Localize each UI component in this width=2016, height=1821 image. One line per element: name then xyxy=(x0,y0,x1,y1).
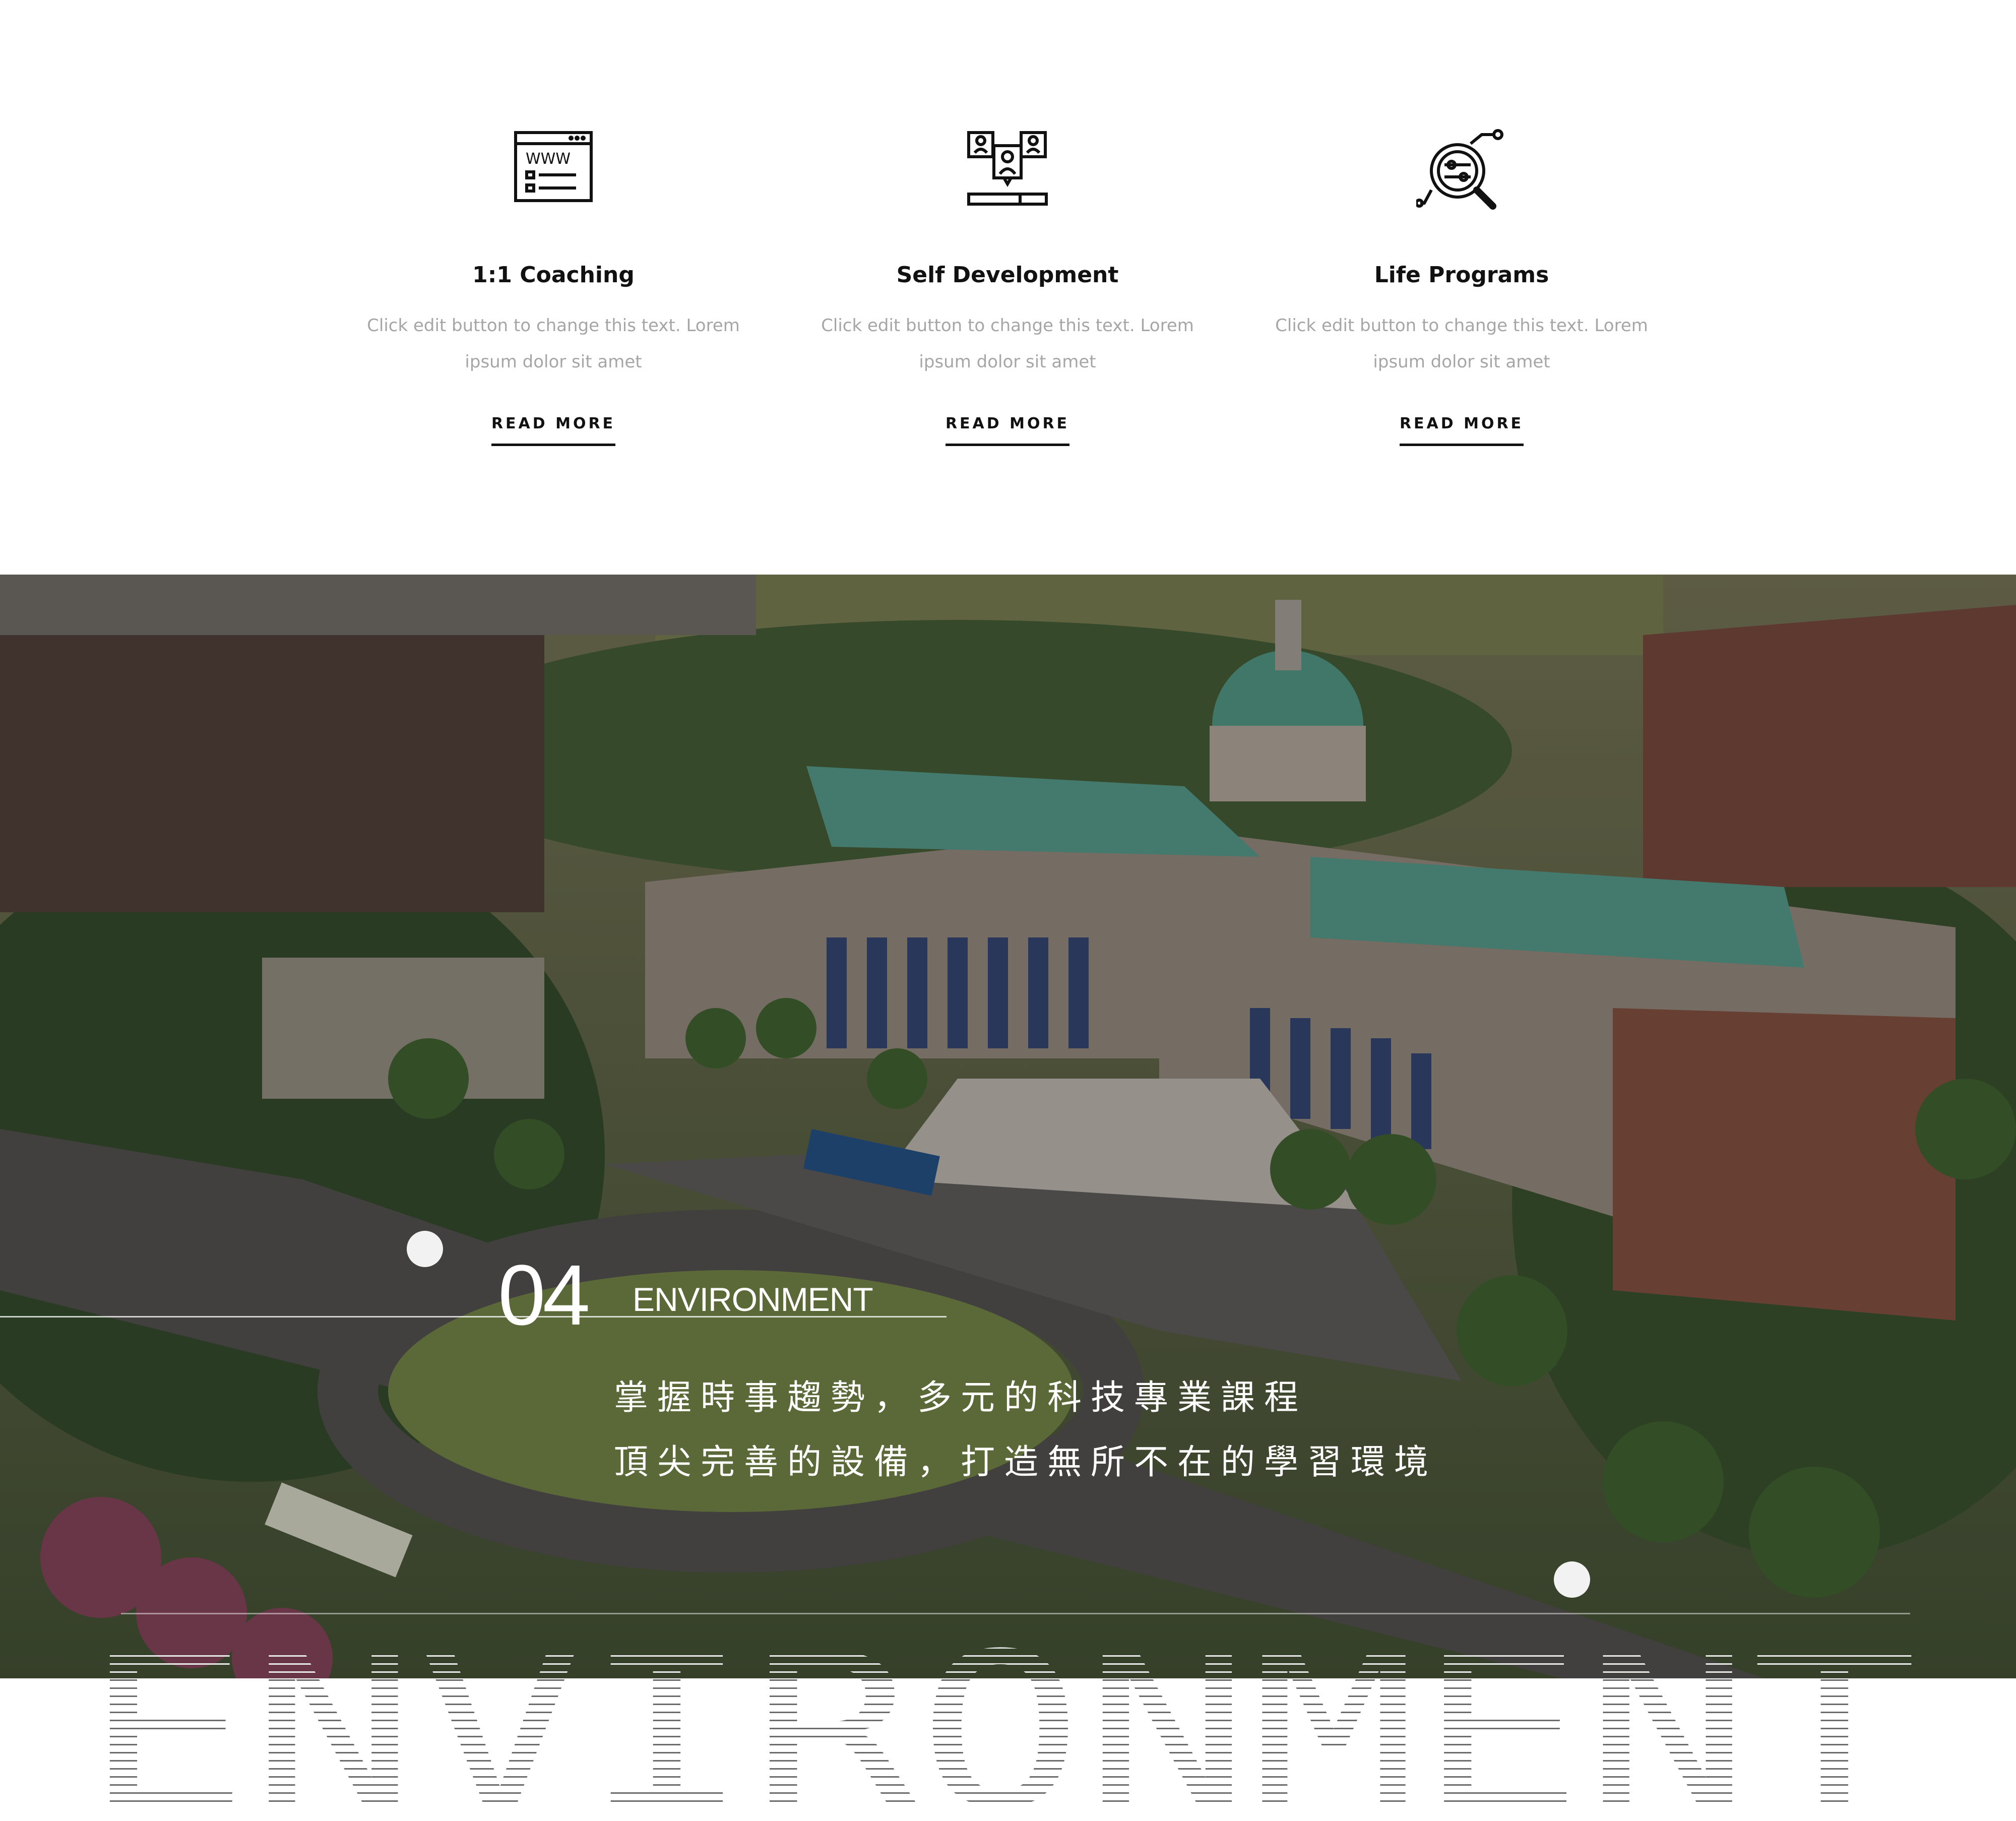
bigword-background xyxy=(0,1678,2016,1821)
feature-description: Click edit button to change this text. L… xyxy=(821,316,1194,372)
search-analysis-icon xyxy=(1265,129,1658,229)
read-more-link[interactable]: READ MORE xyxy=(945,415,1070,446)
people-presentation-icon xyxy=(811,129,1204,229)
section-number: 04 xyxy=(498,1247,590,1343)
tagline-line-2: 頂尖完善的設備，打造無所不在的學習環境 xyxy=(614,1442,1438,1482)
feature-description: Click edit button to change this text. L… xyxy=(367,316,740,372)
divider-line xyxy=(121,1613,1910,1614)
read-more-link[interactable]: READ MORE xyxy=(1399,415,1524,446)
section-label: ENVIRONMENT xyxy=(633,1281,873,1318)
decorative-dot xyxy=(1554,1561,1590,1598)
features-section: WWW 1:1 Coaching Click edit button to ch… xyxy=(0,0,2016,575)
feature-description: Click edit button to change this text. L… xyxy=(1275,316,1648,372)
svg-text:WWW: WWW xyxy=(526,150,571,168)
environment-hero: 04 ENVIRONMENT 掌握時事趨勢，多元的科技專業課程 頂尖完善的設備，… xyxy=(0,575,2016,1678)
feature-title: Self Development xyxy=(896,262,1119,288)
decorative-dot xyxy=(407,1231,443,1267)
read-more-link[interactable]: READ MORE xyxy=(491,415,616,446)
image-darken-overlay xyxy=(0,575,2016,1678)
tagline-line-1: 掌握時事趨勢，多元的科技專業課程 xyxy=(614,1378,1308,1418)
feature-title: Life Programs xyxy=(1374,262,1549,288)
feature-title: 1:1 Coaching xyxy=(472,262,635,288)
website-icon: WWW xyxy=(357,129,750,229)
